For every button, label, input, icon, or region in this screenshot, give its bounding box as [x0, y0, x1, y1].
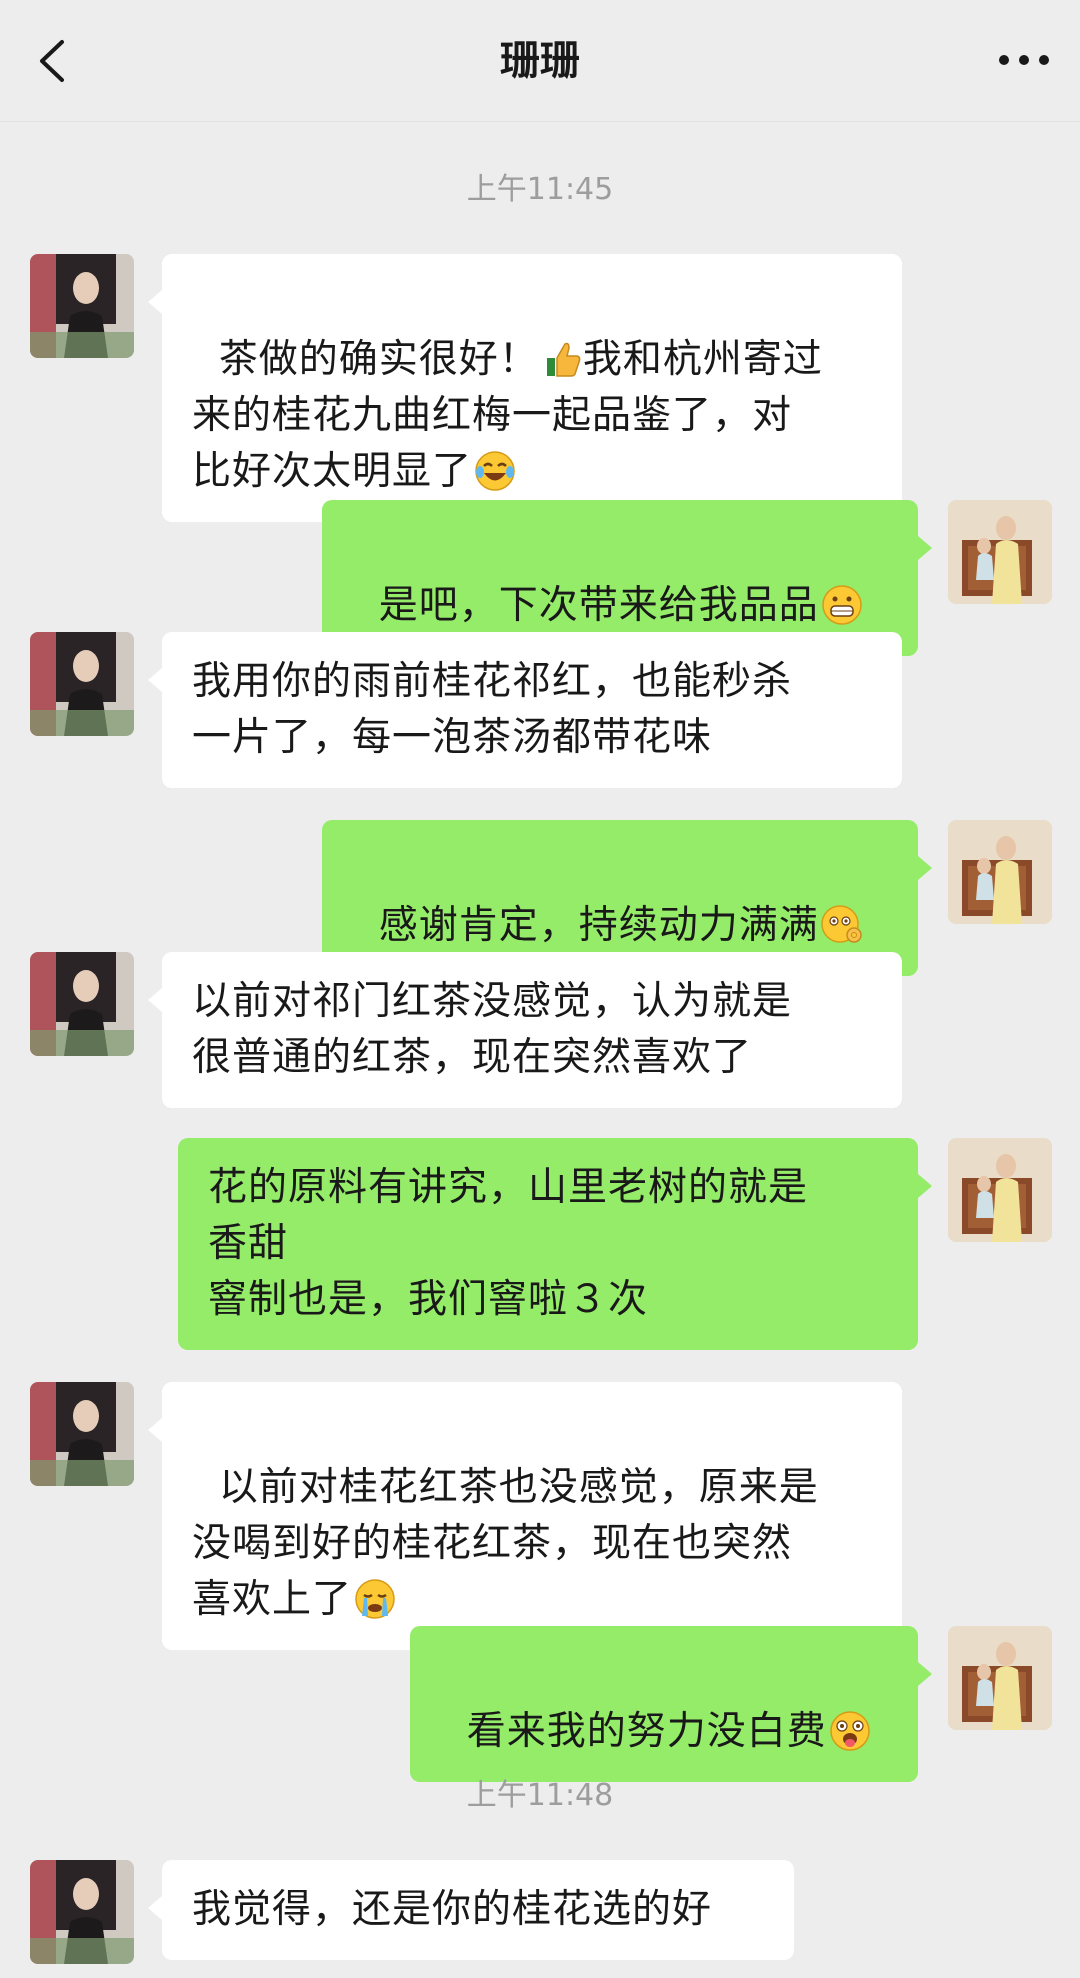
message-text: 感谢肯定，持续动力满满	[378, 903, 819, 948]
contact-avatar[interactable]	[30, 1382, 134, 1486]
message-text: 以前对桂花红茶也没感觉，原来是 没喝到好的桂花红茶，现在也突然 喜欢上了	[192, 1465, 819, 1622]
contact-avatar[interactable]	[30, 1860, 134, 1964]
my-avatar[interactable]	[948, 1626, 1052, 1730]
message-bubble[interactable]: 以前对祁门红茶没感觉，认为就是 很普通的红茶，现在突然喜欢了	[148, 952, 902, 1108]
message-bubble[interactable]: 茶做的确实很好！ 我和杭州寄过 来的桂花九曲红梅一起品鉴了，对 比好次太明显了	[148, 254, 902, 522]
message-bubble[interactable]: 以前对桂花红茶也没感觉，原来是 没喝到好的桂花红茶，现在也突然 喜欢上了	[148, 1382, 902, 1650]
timestamp: 上午11:45	[466, 172, 614, 207]
message-bubble[interactable]: 花的原料有讲究，山里老树的就是 香甜 窨制也是，我们窨啦３次	[178, 1138, 932, 1350]
message-bubble[interactable]: 看来我的努力没白费	[410, 1626, 932, 1782]
message-text: 茶做的确实很好！	[218, 337, 539, 382]
more-dots-icon[interactable]	[994, 40, 1054, 80]
chat-title: 珊珊	[500, 38, 580, 84]
my-avatar[interactable]	[948, 820, 1052, 924]
contact-avatar[interactable]	[30, 952, 134, 1056]
surprised-tongue-face-icon	[830, 1711, 870, 1751]
message-bubble[interactable]: 我用你的雨前桂花祁红，也能秒杀 一片了，每一泡茶汤都带花味	[148, 632, 902, 788]
thumbs-up-icon	[546, 342, 581, 377]
my-avatar[interactable]	[948, 1138, 1052, 1242]
message-text: 是吧，下次带来给我品品	[378, 583, 819, 628]
face-ok-hand-icon	[821, 905, 862, 943]
grinning-face-icon	[822, 585, 862, 625]
my-avatar[interactable]	[948, 500, 1052, 604]
chat-header: 珊珊	[0, 0, 1080, 122]
message-text: 看来我的努力没白费	[466, 1709, 827, 1754]
contact-avatar[interactable]	[30, 632, 134, 736]
laughing-tears-icon	[475, 451, 515, 491]
contact-avatar[interactable]	[30, 254, 134, 358]
crying-face-icon	[355, 1579, 395, 1619]
timestamp: 上午11:48	[466, 1778, 614, 1813]
message-bubble[interactable]: 我觉得，还是你的桂花选的好	[148, 1860, 794, 1960]
